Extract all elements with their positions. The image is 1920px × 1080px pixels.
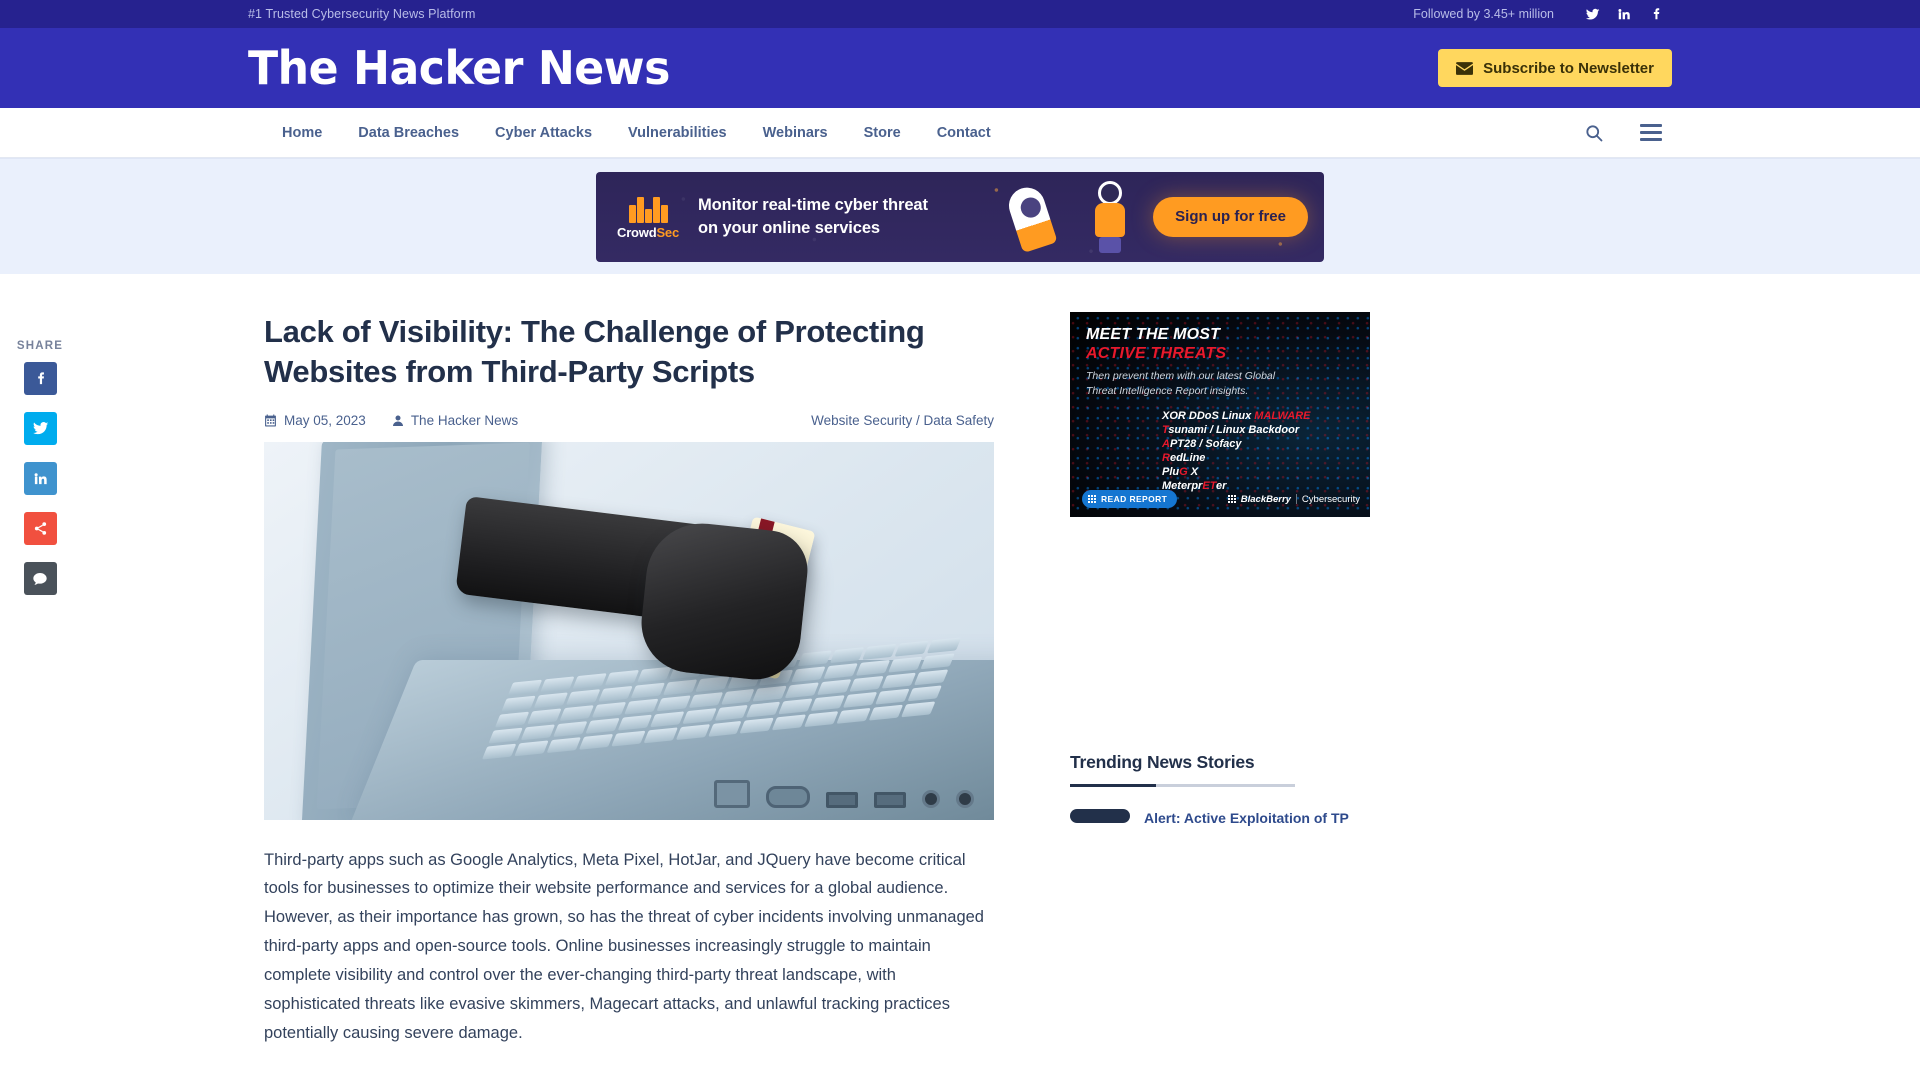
nav-item-home[interactable]: Home bbox=[264, 125, 340, 141]
bb-brand-suffix: Cybersecurity bbox=[1301, 493, 1360, 505]
calendar-icon bbox=[264, 414, 277, 427]
share-twitter-button[interactable] bbox=[23, 412, 57, 445]
share-more-button[interactable] bbox=[23, 512, 57, 545]
blackberry-brand-lockup: BlackBerry Cybersecurity bbox=[1227, 493, 1360, 505]
subscribe-label: Subscribe to Newsletter bbox=[1483, 59, 1654, 77]
twitter-icon bbox=[32, 420, 49, 437]
usb-port-icon bbox=[826, 791, 858, 808]
gloved-hand bbox=[636, 517, 812, 684]
bb-threat-row: RedLine bbox=[1162, 452, 1206, 465]
bb-threat-row: Tsunami / Linux Backdoor bbox=[1162, 424, 1300, 437]
publish-date-group: May 05, 2023 bbox=[264, 413, 366, 428]
nav-item-cyber-attacks[interactable]: Cyber Attacks bbox=[477, 125, 610, 141]
vga-port-icon bbox=[766, 785, 810, 808]
bb-brand-name: BlackBerry bbox=[1240, 493, 1291, 505]
envelope-icon bbox=[1456, 61, 1474, 75]
social-share-rail: SHARE bbox=[10, 340, 70, 612]
page-body: SHARE Lack of Visibility: The Challenge … bbox=[0, 274, 1920, 1080]
site-logo[interactable]: The Hacker News bbox=[248, 45, 670, 91]
nav-item-contact[interactable]: Contact bbox=[919, 125, 1009, 141]
trending-list-item[interactable]: Alert: Active Exploitation of TP bbox=[1070, 809, 1370, 828]
crowdsec-wordmark: CrowdSec bbox=[617, 225, 679, 240]
share-label: SHARE bbox=[16, 340, 64, 352]
bb-cta-label: READ REPORT bbox=[1101, 494, 1168, 504]
twitter-icon[interactable] bbox=[1576, 7, 1608, 22]
audio-jack-icon bbox=[956, 789, 974, 808]
castle-icon bbox=[612, 193, 684, 223]
article-paragraph: This article explores the challenges of … bbox=[264, 1074, 994, 1080]
nav-item-vulnerabilities[interactable]: Vulnerabilities bbox=[610, 125, 745, 141]
share-linkedin-button[interactable] bbox=[23, 462, 57, 495]
bb-read-report-button[interactable]: READ REPORT bbox=[1082, 490, 1178, 508]
author-group: The Hacker News bbox=[392, 413, 518, 428]
bb-ad-subtext: Then prevent them with our latest Global… bbox=[1086, 369, 1276, 397]
bb-threat-row: PluG X bbox=[1162, 466, 1199, 479]
top-announcement-bar: #1 Trusted Cybersecurity News Platform F… bbox=[0, 0, 1920, 28]
crowdsec-ad-line1: Monitor real-time cyber threat bbox=[698, 196, 928, 215]
leaderboard-ad-section: CrowdSec Monitor real-time cyber threat … bbox=[0, 158, 1920, 274]
crowdsec-banner-ad[interactable]: CrowdSec Monitor real-time cyber threat … bbox=[596, 171, 1324, 262]
sidebar: MEET THE MOST ACTIVE THREATS Then preven… bbox=[1070, 312, 1370, 1080]
hamburger-menu-icon[interactable] bbox=[1640, 124, 1662, 141]
article-body: Third-party apps such as Google Analytic… bbox=[264, 846, 994, 1080]
trending-heading: Trending News Stories bbox=[1070, 752, 1255, 772]
bb-threat-row: XOR DDoS Linux MALWARE bbox=[1162, 410, 1311, 423]
trending-thumbnail bbox=[1070, 809, 1130, 823]
search-icon[interactable] bbox=[1584, 123, 1604, 143]
blackberry-dots-icon bbox=[1088, 495, 1096, 503]
site-tagline: #1 Trusted Cybersecurity News Platform bbox=[248, 7, 476, 21]
laptop-ports bbox=[714, 779, 974, 808]
comment-icon bbox=[32, 571, 48, 587]
nav-item-data-breaches[interactable]: Data Breaches bbox=[340, 125, 477, 141]
usb-port-icon bbox=[874, 791, 906, 808]
trending-section: Trending News Stories Alert: Active Expl… bbox=[1070, 752, 1370, 828]
trending-headline: Alert: Active Exploitation of TP bbox=[1144, 810, 1349, 826]
user-icon bbox=[392, 414, 404, 427]
share-facebook-button[interactable] bbox=[23, 362, 57, 395]
article-paragraph: Third-party apps such as Google Analytic… bbox=[264, 850, 984, 1042]
main-navigation: Home Data Breaches Cyber Attacks Vulnera… bbox=[0, 108, 1920, 158]
crowdsec-ad-line2: on your online services bbox=[698, 218, 881, 237]
bb-ad-threat-list: XOR DDoS Linux MALWARE Tsunami / Linux Ba… bbox=[1162, 410, 1370, 493]
astronaut-icon bbox=[1093, 180, 1127, 253]
share-nodes-icon bbox=[33, 521, 48, 536]
linkedin-icon[interactable] bbox=[1608, 7, 1640, 21]
article-column: Lack of Visibility: The Challenge of Pro… bbox=[264, 312, 994, 1080]
blackberry-sidebar-ad[interactable]: MEET THE MOST ACTIVE THREATS Then preven… bbox=[1070, 312, 1370, 517]
ethernet-port-icon bbox=[714, 779, 750, 808]
follower-count: Followed by 3.45+ million bbox=[1413, 7, 1554, 21]
page-title: Lack of Visibility: The Challenge of Pro… bbox=[264, 314, 925, 390]
bb-ad-headline-2: ACTIVE THREATS bbox=[1086, 344, 1227, 362]
subscribe-newsletter-button[interactable]: Subscribe to Newsletter bbox=[1438, 49, 1672, 87]
nav-item-webinars[interactable]: Webinars bbox=[745, 125, 846, 141]
rocket-icon bbox=[1004, 182, 1058, 253]
author-name: The Hacker News bbox=[410, 412, 519, 428]
facebook-icon bbox=[33, 371, 48, 386]
bb-threat-row: APT28 / Sofacy bbox=[1162, 438, 1242, 451]
crowdsec-signup-button[interactable]: Sign up for free bbox=[1153, 196, 1308, 237]
linkedin-icon bbox=[33, 471, 48, 486]
publish-date: May 05, 2023 bbox=[284, 412, 366, 428]
facebook-icon[interactable] bbox=[1640, 7, 1672, 21]
share-comment-button[interactable] bbox=[23, 562, 57, 595]
crowdsec-ad-copy: Monitor real-time cyber threat on your o… bbox=[698, 194, 928, 239]
bb-ad-headline-1: MEET THE MOST bbox=[1086, 326, 1221, 343]
crowdsec-logo: CrowdSec bbox=[612, 193, 684, 240]
crowdsec-illustration bbox=[1004, 177, 1145, 257]
audio-jack-icon bbox=[922, 789, 940, 808]
trending-underline bbox=[1070, 784, 1295, 787]
nav-item-store[interactable]: Store bbox=[846, 125, 919, 141]
article-hero-image bbox=[264, 441, 994, 820]
article-category[interactable]: Website Security / Data Safety bbox=[811, 413, 994, 428]
article-meta: May 05, 2023 The Hacker News Website Sec… bbox=[264, 413, 994, 428]
nav-list: Home Data Breaches Cyber Attacks Vulnera… bbox=[264, 125, 1009, 141]
blackberry-logo-icon bbox=[1227, 495, 1236, 503]
site-header: The Hacker News Subscribe to Newsletter bbox=[0, 28, 1920, 108]
